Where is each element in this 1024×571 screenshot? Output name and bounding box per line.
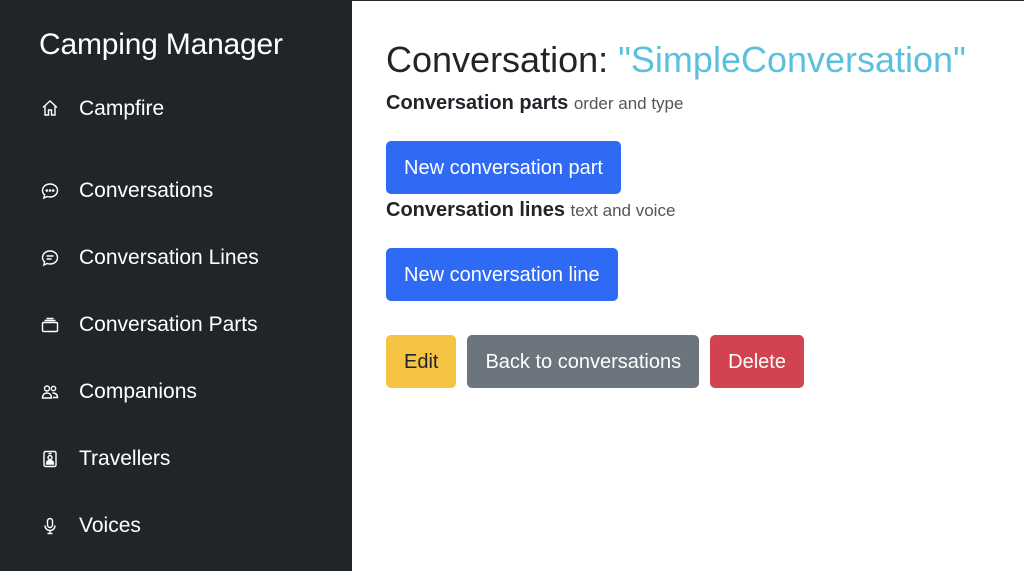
new-conversation-line-button[interactable]: New conversation line [386, 248, 618, 301]
lines-section-heading: Conversation lines text and voice [386, 198, 1024, 223]
microphone-icon [39, 515, 61, 537]
conversation-name: "SimpleConversation" [618, 39, 966, 80]
chat-lines-icon [39, 247, 61, 269]
brand-title[interactable]: Camping Manager [0, 1, 352, 63]
sidebar-item-label: Companions [79, 379, 197, 403]
sidebar-item-label: Conversation Parts [79, 312, 258, 336]
new-conversation-part-button[interactable]: New conversation part [386, 141, 621, 194]
sidebar-item-conversations[interactable]: Conversations [0, 157, 352, 224]
sidebar-item-label: Conversations [79, 178, 214, 202]
parts-subheading: order and type [573, 94, 684, 113]
page-title: Conversation: "SimpleConversation" [386, 39, 1024, 81]
sidebar-item-conversation-lines[interactable]: Conversation Lines [0, 224, 352, 291]
sidebar-item-conversation-parts[interactable]: Conversation Parts [0, 291, 352, 358]
action-buttons: Edit Back to conversations Delete [386, 335, 1024, 388]
chat-dots-icon [39, 180, 61, 202]
sidebar-nav: Campfire Conversations Conversation Line… [0, 97, 352, 559]
delete-button[interactable]: Delete [710, 335, 804, 388]
sidebar-item-label: Conversation Lines [79, 245, 259, 269]
sidebar-item-campfire[interactable]: Campfire [0, 97, 352, 157]
lines-heading: Conversation lines [386, 199, 565, 221]
back-to-conversations-button[interactable]: Back to conversations [467, 335, 700, 388]
app-root: Camping Manager Campfire Conversations C… [0, 0, 1024, 571]
sidebar-item-label: Voices [79, 513, 141, 537]
sidebar: Camping Manager Campfire Conversations C… [0, 1, 352, 571]
lines-subheading: text and voice [570, 201, 676, 220]
person-badge-icon [39, 448, 61, 470]
people-icon [39, 381, 61, 403]
edit-button[interactable]: Edit [386, 335, 457, 388]
main-content: Conversation: "SimpleConversation" Conve… [352, 1, 1024, 571]
parts-heading: Conversation parts [386, 92, 569, 114]
parts-section-heading: Conversation parts order and type [386, 91, 1024, 116]
sidebar-item-label: Campfire [79, 97, 165, 120]
house-icon [39, 97, 61, 119]
sidebar-item-companions[interactable]: Companions [0, 358, 352, 425]
sidebar-item-label: Travellers [79, 446, 171, 470]
sidebar-item-voices[interactable]: Voices [0, 492, 352, 559]
page-title-prefix: Conversation: [386, 39, 609, 80]
sidebar-item-travellers[interactable]: Travellers [0, 425, 352, 492]
stack-icon [39, 314, 61, 336]
